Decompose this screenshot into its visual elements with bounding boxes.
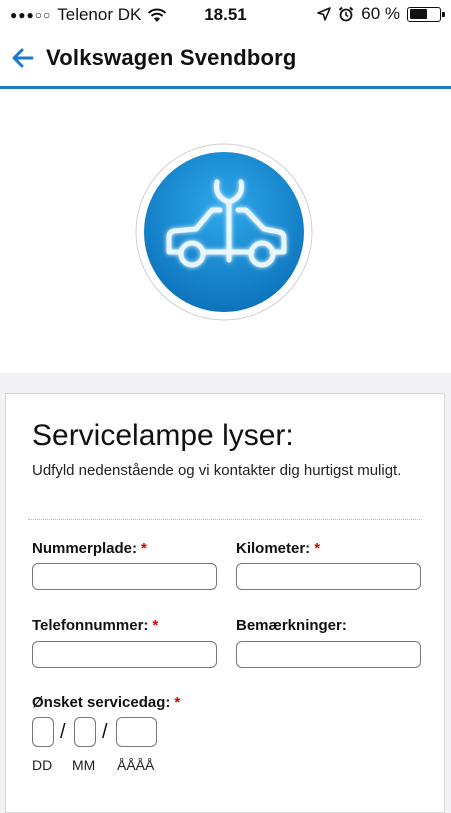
required-marker: * bbox=[141, 540, 147, 557]
page-title: Volkswagen Svendborg bbox=[46, 45, 297, 70]
required-marker: * bbox=[152, 617, 159, 634]
label-servicedag: Ønsket servicedag: * bbox=[32, 694, 181, 711]
battery-fill bbox=[409, 9, 427, 19]
required-marker: * bbox=[174, 694, 181, 711]
nummerplade-input[interactable] bbox=[32, 563, 217, 590]
label-nummerplade: Nummerplade: * bbox=[32, 540, 147, 557]
nav-bar: Volkswagen Svendborg bbox=[0, 30, 451, 89]
battery-percent: 60 % bbox=[361, 4, 400, 23]
bemaerkninger-input[interactable] bbox=[236, 641, 421, 668]
form-title: Servicelampe lyser: bbox=[32, 419, 294, 452]
year-hint: ÅÅÅÅ bbox=[117, 757, 155, 773]
date-separator: / bbox=[60, 721, 66, 743]
year-input[interactable] bbox=[116, 717, 157, 747]
date-separator: / bbox=[102, 721, 108, 743]
label-kilometer: Kilometer: * bbox=[236, 540, 321, 557]
telefonnummer-input[interactable] bbox=[32, 641, 217, 668]
location-arrow-icon bbox=[317, 7, 331, 21]
form-intro: Udfyld nedenstående og vi kontakter dig … bbox=[32, 462, 402, 479]
status-right: 60 % bbox=[317, 4, 445, 24]
kilometer-input[interactable] bbox=[236, 563, 421, 590]
status-bar: ●●●○○ Telenor DK 18.51 60 % bbox=[0, 0, 451, 30]
day-input[interactable] bbox=[32, 717, 54, 747]
alarm-icon bbox=[339, 6, 354, 22]
divider bbox=[28, 519, 422, 520]
battery-icon bbox=[407, 6, 445, 22]
service-form: Servicelampe lyser: Udfyld nedenstående … bbox=[5, 393, 445, 813]
month-hint: MM bbox=[72, 757, 96, 773]
hero-section bbox=[0, 89, 451, 373]
required-marker: * bbox=[314, 540, 321, 557]
label-telefonnummer: Telefonnummer: * bbox=[32, 617, 159, 634]
label-bemaerkninger: Bemærkninger: bbox=[236, 617, 347, 634]
car-service-wrench-icon bbox=[135, 143, 313, 321]
day-hint: DD bbox=[32, 757, 53, 773]
back-arrow-icon[interactable] bbox=[10, 45, 36, 71]
month-input[interactable] bbox=[74, 717, 96, 747]
